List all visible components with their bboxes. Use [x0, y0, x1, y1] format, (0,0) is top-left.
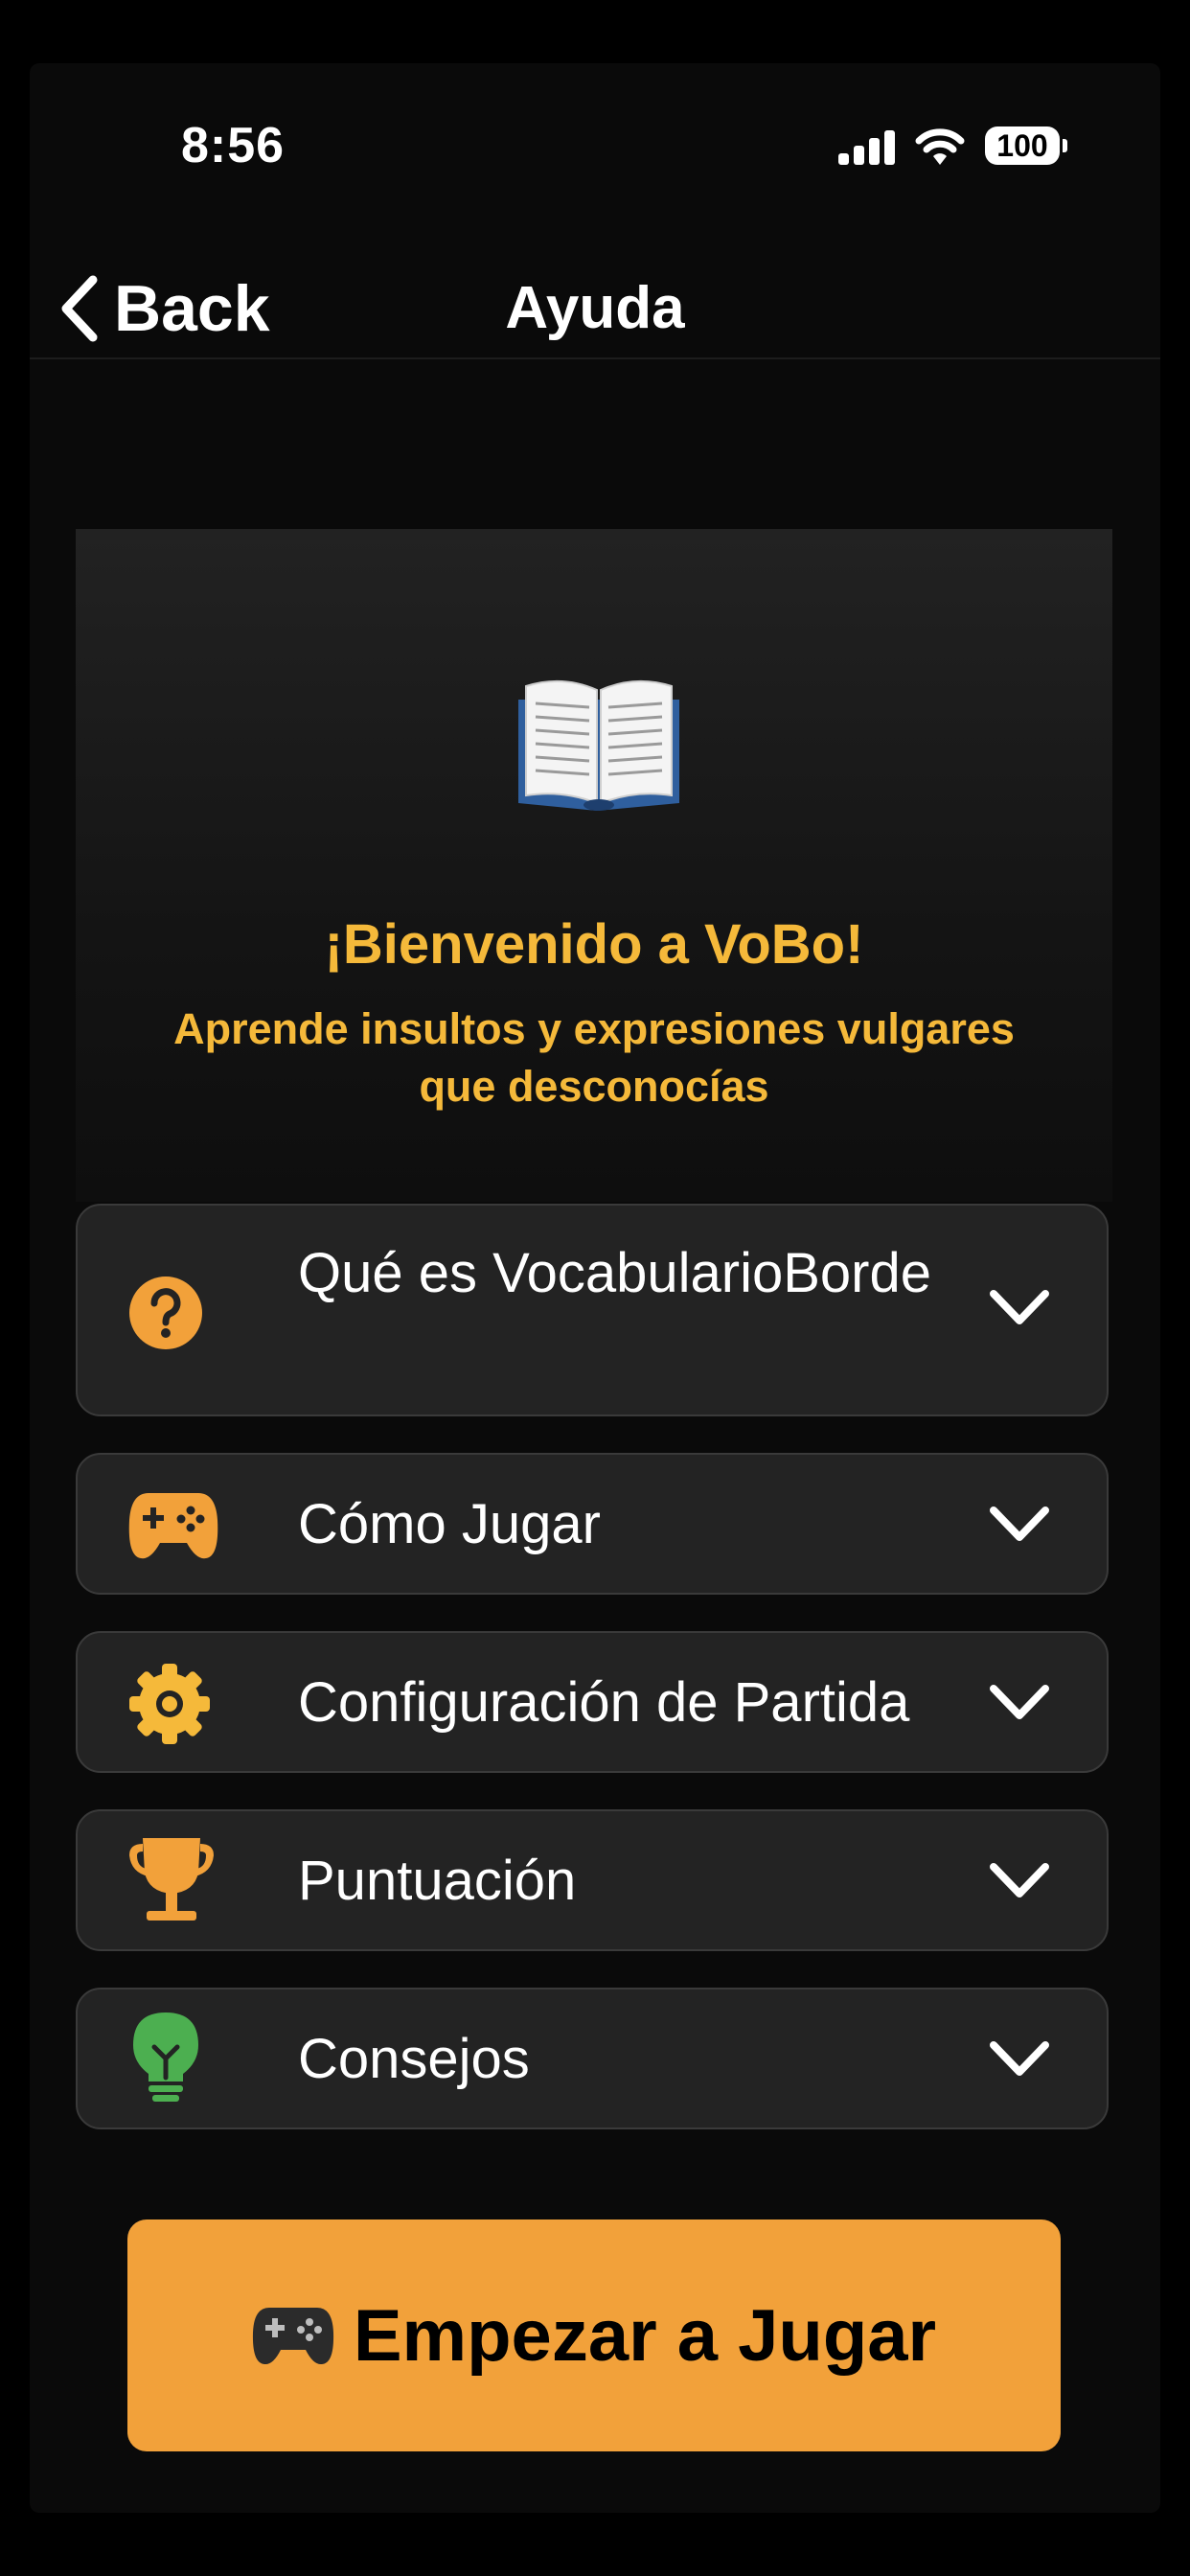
section-label: Qué es VocabularioBorde — [298, 1242, 931, 1304]
chevron-down-icon — [990, 1290, 1049, 1324]
controller-icon — [252, 2308, 333, 2365]
chevron-down-icon — [990, 2041, 1049, 2076]
welcome-title: ¡Bienvenido a VoBo! — [324, 913, 864, 976]
section-configuracion[interactable]: Configuración de Partida — [76, 1631, 1109, 1773]
question-circle-icon — [129, 1276, 202, 1349]
signal-icon — [838, 130, 895, 165]
section-label: Cómo Jugar — [298, 1493, 601, 1555]
start-game-button[interactable]: Empezar a Jugar — [127, 2220, 1061, 2451]
chevron-down-icon — [990, 1685, 1049, 1719]
section-label: Consejos — [298, 2028, 530, 2090]
section-label: Configuración de Partida — [298, 1671, 910, 1734]
back-button[interactable]: Back — [58, 261, 270, 356]
gamepad-icon — [128, 1493, 218, 1559]
status-time: 8:56 — [181, 118, 286, 173]
section-consejos[interactable]: Consejos — [76, 1988, 1109, 2129]
battery-nub — [1063, 139, 1067, 152]
wifi-icon — [915, 128, 965, 165]
chevron-left-icon — [61, 275, 98, 342]
welcome-card: ¡Bienvenido a VoBo! Aprende insultos y e… — [76, 529, 1112, 1202]
lightbulb-icon — [133, 2012, 198, 2102]
chevron-down-icon — [990, 1506, 1049, 1541]
battery-icon: 100 — [985, 126, 1060, 165]
start-game-label: Empezar a Jugar — [353, 2294, 937, 2377]
gear-icon — [129, 1664, 210, 1744]
book-icon — [518, 679, 679, 811]
trophy-icon — [129, 1838, 214, 1920]
back-label: Back — [114, 272, 270, 345]
welcome-subtitle: Aprende insultos y expresiones vulgares … — [173, 1004, 1015, 1111]
section-que-es[interactable]: Qué es VocabularioBorde — [76, 1204, 1109, 1416]
chevron-down-icon — [990, 1863, 1049, 1898]
section-label: Puntuación — [298, 1850, 577, 1912]
help-screen: 8:56 100 Ayuda Back ¡Bienvenido a VoBo! … — [30, 63, 1160, 2513]
section-puntuacion[interactable]: Puntuación — [76, 1809, 1109, 1951]
nav-divider — [30, 357, 1160, 359]
section-como-jugar[interactable]: Cómo Jugar — [76, 1453, 1109, 1595]
